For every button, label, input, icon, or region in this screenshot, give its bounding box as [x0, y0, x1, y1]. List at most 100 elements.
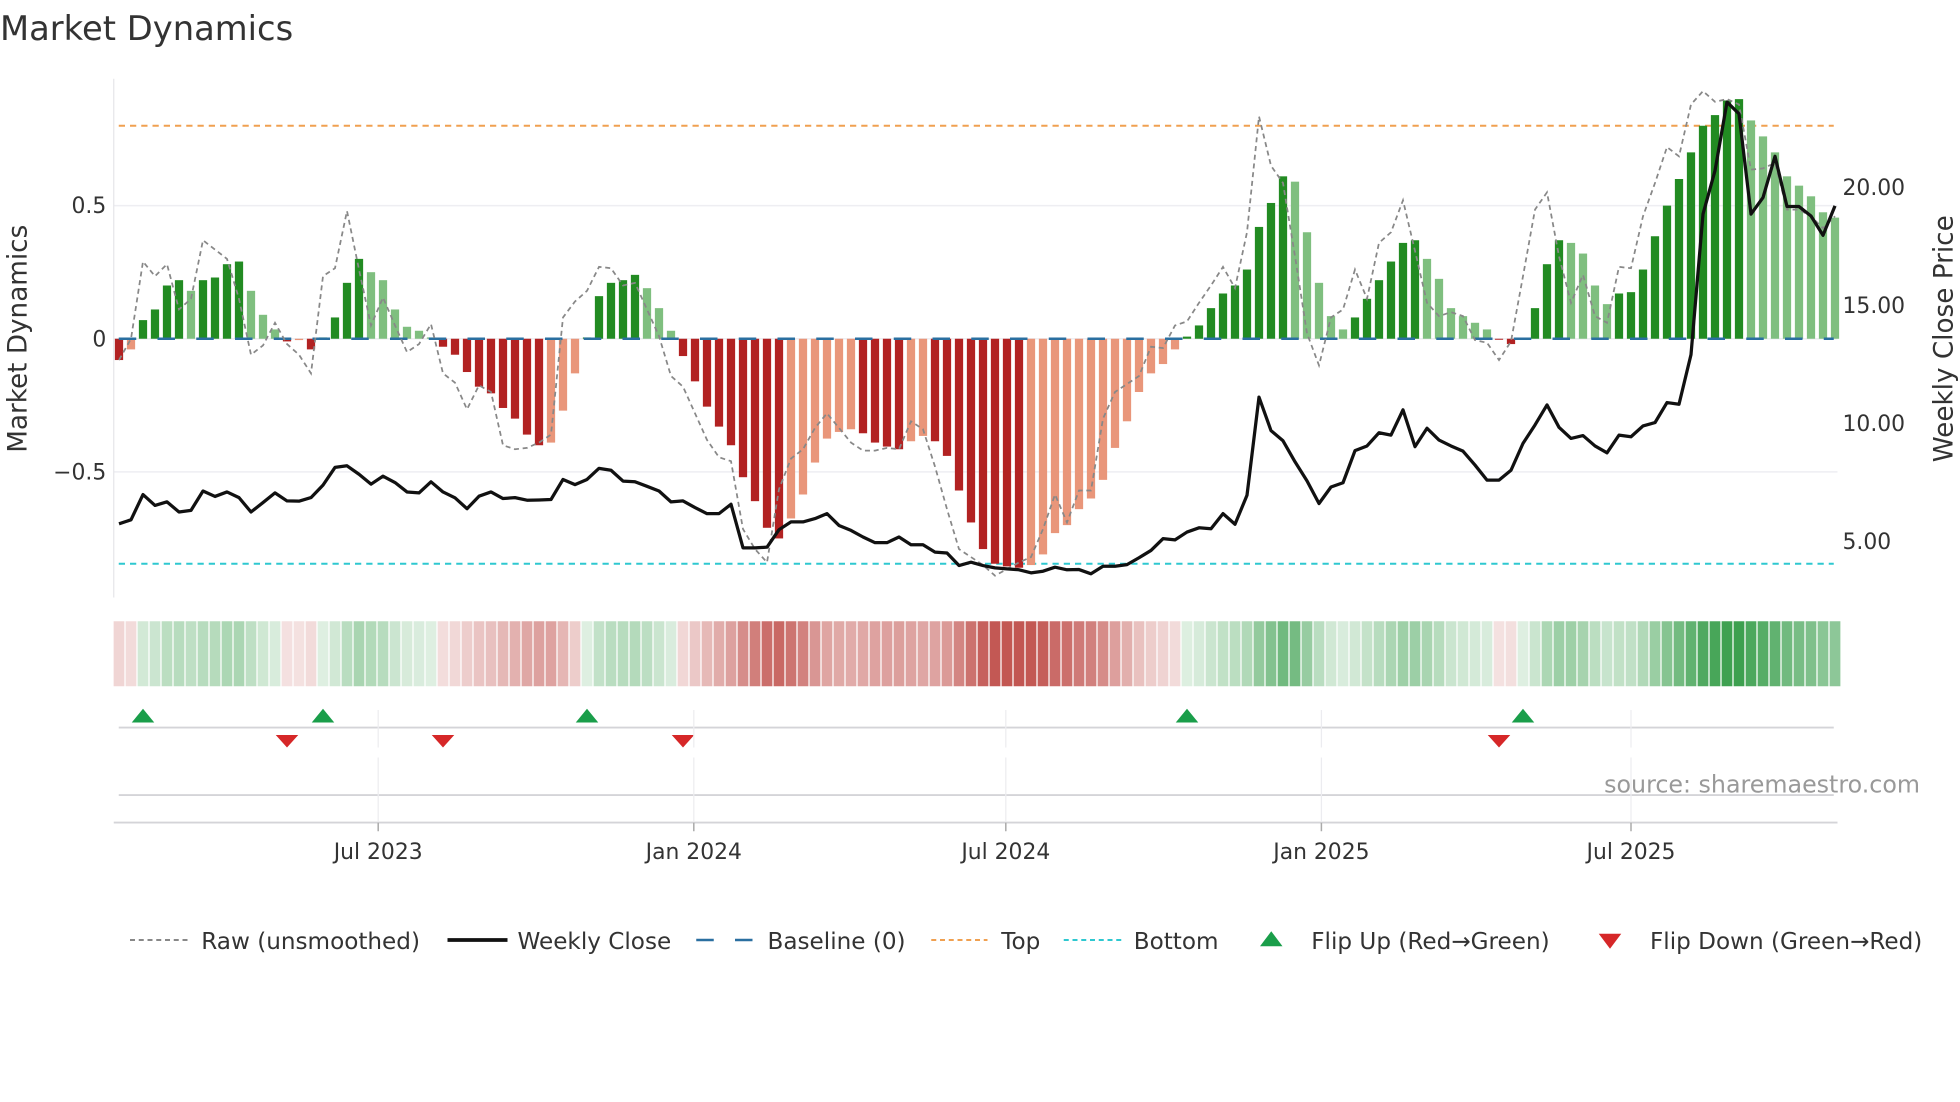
heat-strip-cell	[209, 621, 221, 687]
flip-markers-panel	[113, 708, 1838, 824]
left-axis-label: Market Dynamics	[3, 225, 33, 453]
source-credit: source: sharemaestro.com	[1604, 771, 1920, 799]
momentum-bar	[642, 288, 652, 339]
heat-strip-cell	[1733, 621, 1745, 687]
y2-tick-label: 10.00	[1843, 412, 1906, 437]
heat-strip-cell	[641, 621, 653, 687]
momentum-bar	[1626, 292, 1636, 339]
momentum-bar	[1350, 317, 1360, 339]
heat-strip-cell	[569, 621, 581, 687]
heat-strip-cell	[1433, 621, 1445, 687]
momentum-bar	[570, 338, 580, 374]
heat-strip-cell	[161, 621, 173, 687]
heat-strip-cell	[1493, 621, 1505, 687]
heat-strip-cell	[737, 621, 749, 687]
heat-strip-cell	[1073, 621, 1085, 687]
heat-strip-cell	[449, 621, 461, 687]
momentum-bar	[246, 290, 256, 339]
heat-strip-cell	[665, 621, 677, 687]
momentum-bar	[462, 338, 472, 373]
momentum-bar	[210, 277, 220, 339]
heat-strip-cell	[1241, 621, 1253, 687]
heat-strip-cell	[1181, 621, 1193, 687]
heat-strip-cell	[1361, 621, 1373, 687]
heat-strip-cell	[617, 621, 629, 687]
heat-strip-cell	[557, 621, 569, 687]
heat-strip-cell	[965, 621, 977, 687]
heat-strip-cell	[1385, 621, 1397, 687]
momentum-bar	[1386, 261, 1396, 339]
momentum-bar	[990, 338, 1000, 564]
momentum-bar	[414, 330, 424, 339]
momentum-bar	[594, 296, 604, 339]
momentum-bar	[1014, 338, 1024, 568]
momentum-bar	[1470, 322, 1480, 339]
heat-strip-cell	[1673, 621, 1685, 687]
market-dynamics-chart: Market Dynamics 0.5 0 −0.5 20.00 15.00 10.00…	[0, 9, 1960, 955]
momentum-bar	[1098, 338, 1108, 480]
legend-label: Baseline (0)	[768, 929, 906, 955]
heat-strip-cell	[125, 621, 137, 687]
momentum-bar	[1134, 338, 1144, 393]
heat-strip-cell	[1685, 621, 1697, 687]
momentum-bar	[1218, 293, 1228, 339]
heat-strip-cell	[257, 621, 269, 687]
heat-strip-cell	[1589, 621, 1601, 687]
heat-strip-cell	[1133, 621, 1145, 687]
heat-strip-cell	[1445, 621, 1457, 687]
momentum-bar	[498, 338, 508, 408]
heat-strip-cell	[605, 621, 617, 687]
momentum-bar	[978, 338, 988, 550]
momentum-bar	[1482, 329, 1492, 339]
heat-strip-cell	[917, 621, 929, 687]
heat-strip-cell	[881, 621, 893, 687]
heat-strip-cell	[1049, 621, 1061, 687]
momentum-bar	[1170, 338, 1180, 350]
heat-strip-cell	[1061, 621, 1073, 687]
y2-tick-label: 15.00	[1843, 294, 1906, 319]
heat-strip-cell	[1661, 621, 1673, 687]
heat-strip-cell	[1013, 621, 1025, 687]
momentum-bar	[750, 338, 760, 502]
heat-strip-cell	[533, 621, 545, 687]
x-tick-label: Jul 2024	[959, 840, 1050, 865]
legend-flip-up-icon	[1260, 931, 1283, 947]
heat-strip-cell	[1469, 621, 1481, 687]
heat-strip-cell	[1145, 621, 1157, 687]
momentum-bar	[354, 258, 364, 339]
momentum-bar	[630, 274, 640, 339]
heat-strip-cell	[713, 621, 725, 687]
momentum-bar	[1662, 205, 1672, 339]
heat-strip-cell	[725, 621, 737, 687]
momentum-bar	[1410, 240, 1420, 339]
heat-strip-cell	[1217, 621, 1229, 687]
heat-strip-cell	[1613, 621, 1625, 687]
heat-strip-cell	[1781, 621, 1793, 687]
momentum-bar	[762, 338, 772, 528]
heat-strip-cell	[293, 621, 305, 687]
heat-strip-cell	[1577, 621, 1589, 687]
momentum-bar	[402, 326, 412, 339]
heat-strip-cell	[245, 621, 257, 687]
momentum-bar	[1674, 179, 1684, 339]
heat-strip-cell	[233, 621, 245, 687]
heat-strip-cell	[377, 621, 389, 687]
heat-strip-cell	[1421, 621, 1433, 687]
momentum-bar	[738, 338, 748, 478]
right-axis-label: Weekly Close Price	[1930, 215, 1960, 462]
momentum-bar	[342, 282, 352, 339]
momentum-bar	[1494, 338, 1504, 340]
heat-strip-cell	[797, 621, 809, 687]
heat-strip-cell	[221, 621, 233, 687]
flip-down-marker	[1487, 735, 1511, 748]
heat-strip-cell	[1517, 621, 1529, 687]
heat-strip-cell	[1637, 621, 1649, 687]
heat-strip-cell	[305, 621, 317, 687]
legend-label: Top	[1000, 929, 1040, 955]
heat-strip-cell	[1169, 621, 1181, 687]
momentum-bar	[1050, 338, 1060, 534]
flip-down-marker	[431, 735, 455, 748]
heat-strip-cell	[629, 621, 641, 687]
heat-strip-cell	[785, 621, 797, 687]
heat-strip-cell	[437, 621, 449, 687]
